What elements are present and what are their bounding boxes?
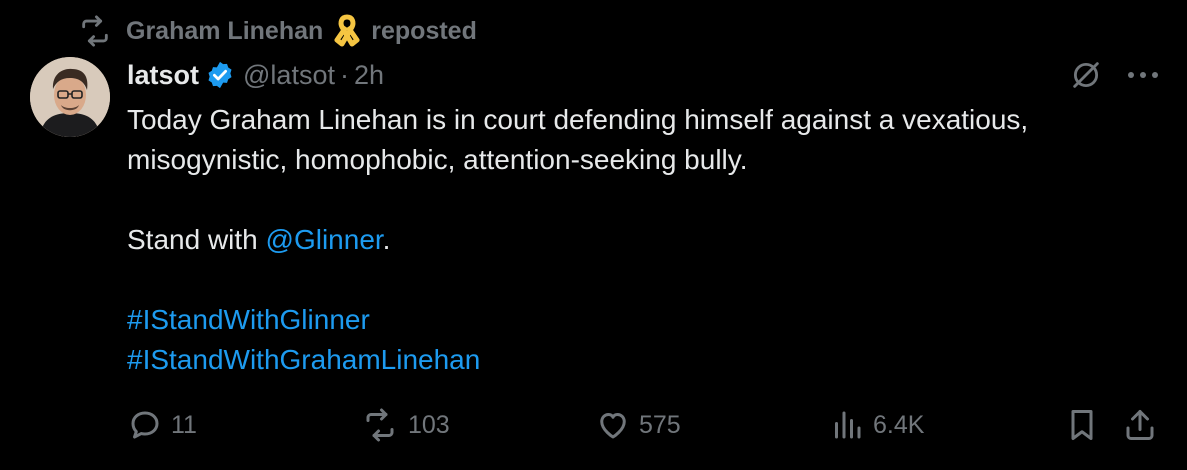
bookmark-button[interactable] (1064, 402, 1100, 448)
verified-badge-icon[interactable] (205, 60, 235, 90)
more-icon[interactable] (1127, 58, 1159, 92)
repost-label: reposted (371, 16, 477, 45)
views-icon (829, 407, 865, 443)
action-bar: 11 103 575 6.4K (127, 402, 1162, 448)
repost-header: Graham Linehan reposted (78, 14, 477, 48)
stand-with-line: Stand with @Glinner. (127, 220, 1147, 260)
tweet-body: Today Graham Linehan is in court defendi… (127, 100, 1147, 380)
timestamp[interactable]: 2h (354, 60, 384, 91)
share-button[interactable] (1122, 402, 1158, 448)
reply-count: 11 (171, 410, 197, 439)
retweet-count: 103 (408, 410, 450, 439)
reply-icon (127, 407, 163, 443)
heart-icon (595, 407, 631, 443)
bookmark-icon (1064, 407, 1100, 443)
top-actions (1069, 58, 1159, 92)
hashtag-link[interactable]: #IStandWithGlinner (127, 304, 370, 335)
repost-icon (78, 14, 112, 48)
grok-icon[interactable] (1069, 58, 1103, 92)
tweet[interactable]: Graham Linehan reposted latsot @latsot ·… (0, 0, 1187, 470)
like-button[interactable]: 575 (595, 402, 681, 448)
tweet-header: latsot @latsot · 2h (127, 56, 384, 94)
author-handle[interactable]: @latsot (243, 60, 335, 91)
body-line: misogynistic, homophobic, attention-seek… (127, 144, 748, 175)
like-count: 575 (639, 410, 681, 439)
share-icon (1122, 407, 1158, 443)
body-line: Today Graham Linehan is in court defendi… (127, 104, 1029, 135)
views-button[interactable]: 6.4K (829, 402, 924, 448)
stand-with-text: Stand with (127, 224, 266, 255)
mention-link[interactable]: @Glinner (266, 224, 383, 255)
reply-button[interactable]: 11 (127, 402, 197, 448)
retweet-button[interactable]: 103 (360, 402, 450, 448)
header-separator: · (339, 59, 349, 90)
hashtag-link[interactable]: #IStandWithGrahamLinehan (127, 344, 480, 375)
avatar[interactable] (30, 57, 110, 137)
awareness-ribbon-icon (333, 14, 361, 48)
author-name[interactable]: latsot (127, 60, 199, 91)
retweet-icon (360, 407, 400, 443)
views-count: 6.4K (873, 410, 925, 439)
stand-with-suffix: . (382, 224, 391, 255)
repost-user-name[interactable]: Graham Linehan (126, 17, 323, 46)
